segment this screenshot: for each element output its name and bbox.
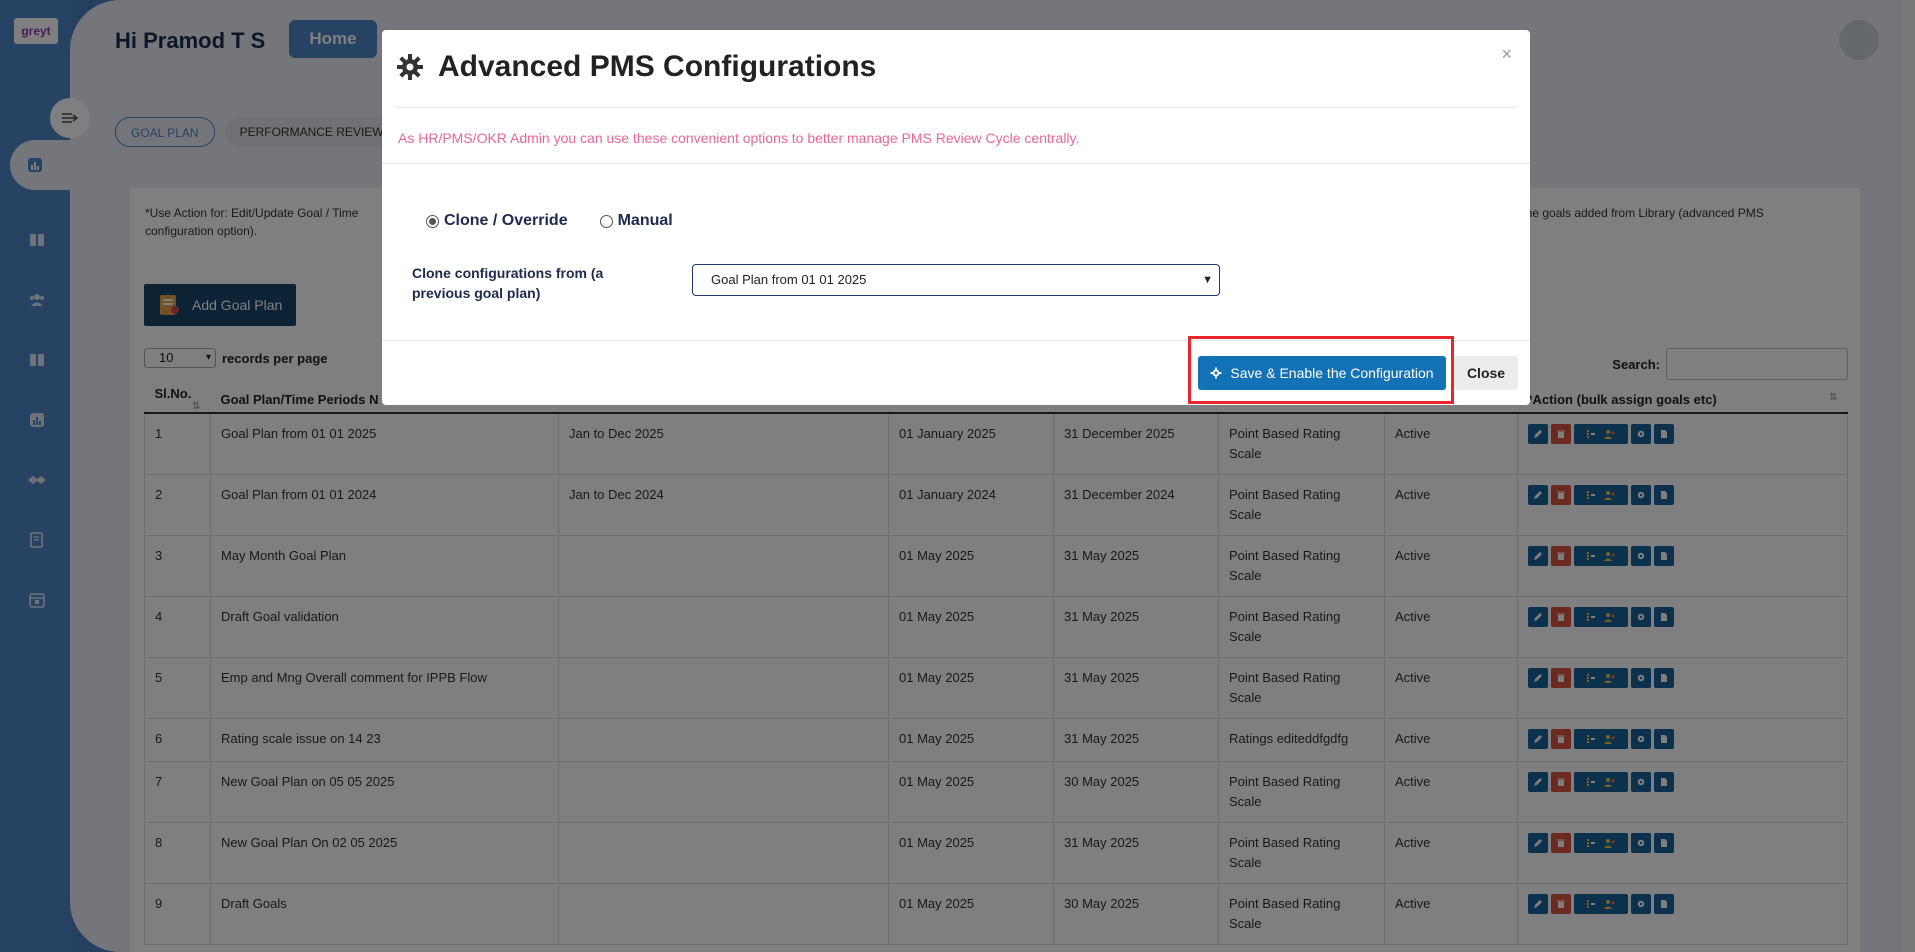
advanced-pms-modal: Advanced PMS Configurations × As HR/PMS/… [382,30,1530,405]
modal-title: Advanced PMS Configurations [396,50,876,84]
radio-manual-label: Manual [617,212,673,229]
modal-header: Advanced PMS Configurations × [396,30,1516,108]
radio-clone[interactable]: Clone / Override [426,212,568,230]
modal-subtitle: As HR/PMS/OKR Admin you can use these co… [382,108,1530,164]
highlight-box [1188,336,1454,404]
clone-from-select[interactable]: Goal Plan from 01 01 2025 ▼ [692,264,1220,296]
modal-close-x[interactable]: × [1501,44,1512,65]
close-button[interactable]: Close [1454,356,1518,390]
radio-selected-icon[interactable] [426,214,439,228]
modal-title-text: Advanced PMS Configurations [438,50,877,83]
gear-icon [397,54,423,80]
clone-from-value: Goal Plan from 01 01 2025 [711,272,867,287]
radio-clone-label: Clone / Override [444,212,568,229]
radio-manual[interactable]: Manual [599,212,673,230]
chevron-down-icon: ▼ [1202,274,1213,286]
config-mode-radios: Clone / Override Manual [426,212,673,230]
clone-from-label: Clone configurations from (a previous go… [412,265,604,301]
radio-unselected-icon[interactable] [599,214,613,228]
